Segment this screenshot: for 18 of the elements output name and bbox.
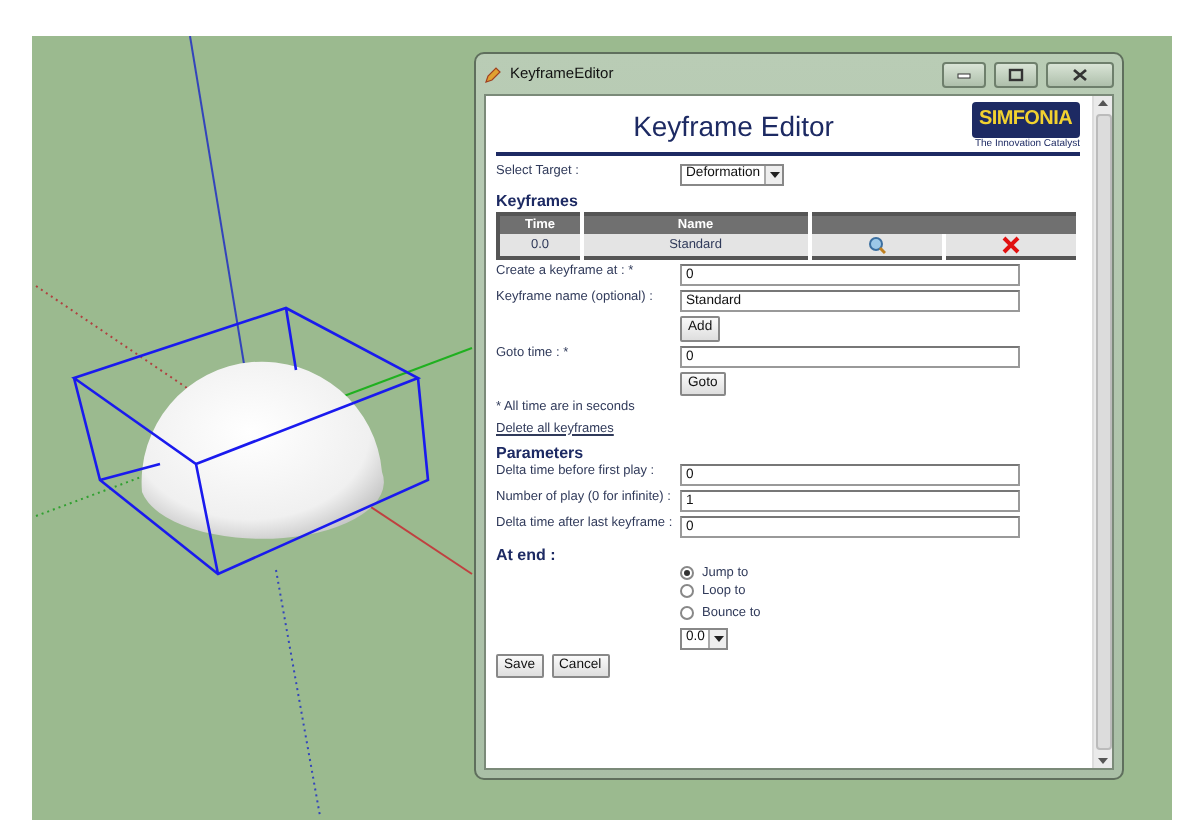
section-heading: At end : [496,545,558,565]
logo: SIMFONIA [971,102,1080,138]
maximize-icon [1008,67,1024,81]
section-heading: Parameters [496,444,586,464]
delete-icon[interactable] [1001,236,1020,255]
maximize-button[interactable] [994,61,1038,87]
scroll-down-icon [1098,758,1108,764]
dropdown-arrow-icon [713,636,724,643]
scroll-up-icon [1098,100,1108,106]
close-button[interactable] [1046,61,1114,87]
close-icon [1072,67,1088,81]
pencil-icon [484,65,502,83]
minimize-icon [956,68,972,80]
section-heading: Keyframes [496,192,580,212]
dropdown-arrow-icon [769,172,780,178]
page-title: Keyframe Editor [631,109,836,143]
vertical-scrollbar[interactable] [1092,96,1112,768]
zoom-icon[interactable] [867,236,886,255]
